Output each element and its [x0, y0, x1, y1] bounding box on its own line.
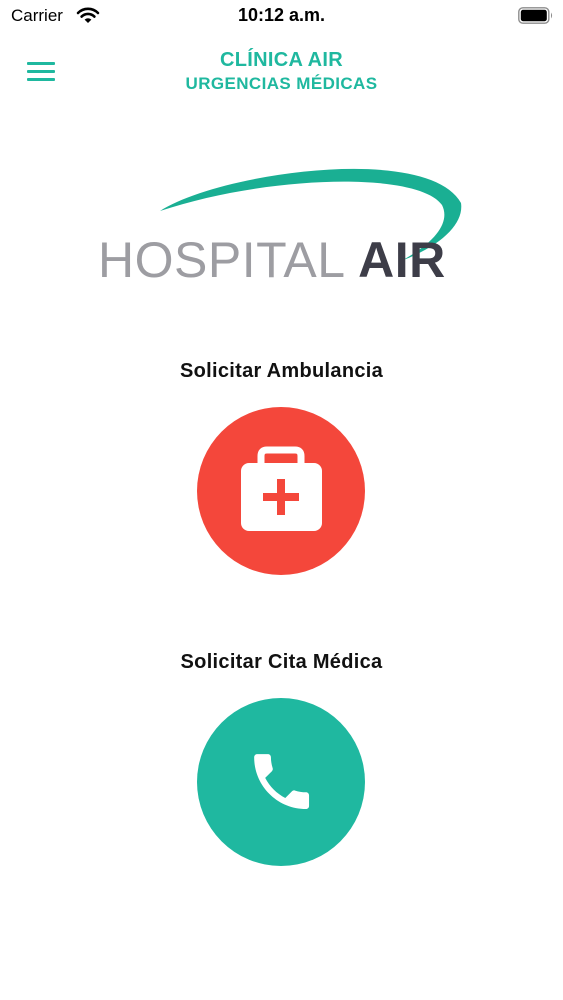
logo-text-air: AIR	[358, 232, 446, 288]
nav-subtitle: URGENCIAS MÉDICAS	[185, 74, 378, 93]
appointment-label: Solicitar Cita Médica	[180, 651, 383, 673]
logo-wordmark: HOSPITAL AIR	[98, 235, 446, 285]
phone-icon	[254, 754, 310, 810]
nav-title: CLÍNICA AIR	[220, 49, 343, 71]
status-bar: Carrier 10:12 a.m.	[0, 0, 563, 32]
hospital-air-logo: HOSPITAL AIR	[98, 163, 464, 285]
request-appointment-button[interactable]	[197, 698, 365, 866]
battery-icon	[518, 7, 553, 24]
ambulance-label: Solicitar Ambulancia	[179, 360, 384, 382]
medical-kit-icon	[241, 446, 322, 531]
app-screen: Carrier 10:12 a.m. CLÍNICA AIR URGENCIAS…	[0, 0, 563, 1000]
logo-text-hospital: HOSPITAL	[98, 232, 344, 288]
status-time: 10:12 a.m.	[237, 5, 326, 25]
request-ambulance-button[interactable]	[197, 407, 365, 575]
